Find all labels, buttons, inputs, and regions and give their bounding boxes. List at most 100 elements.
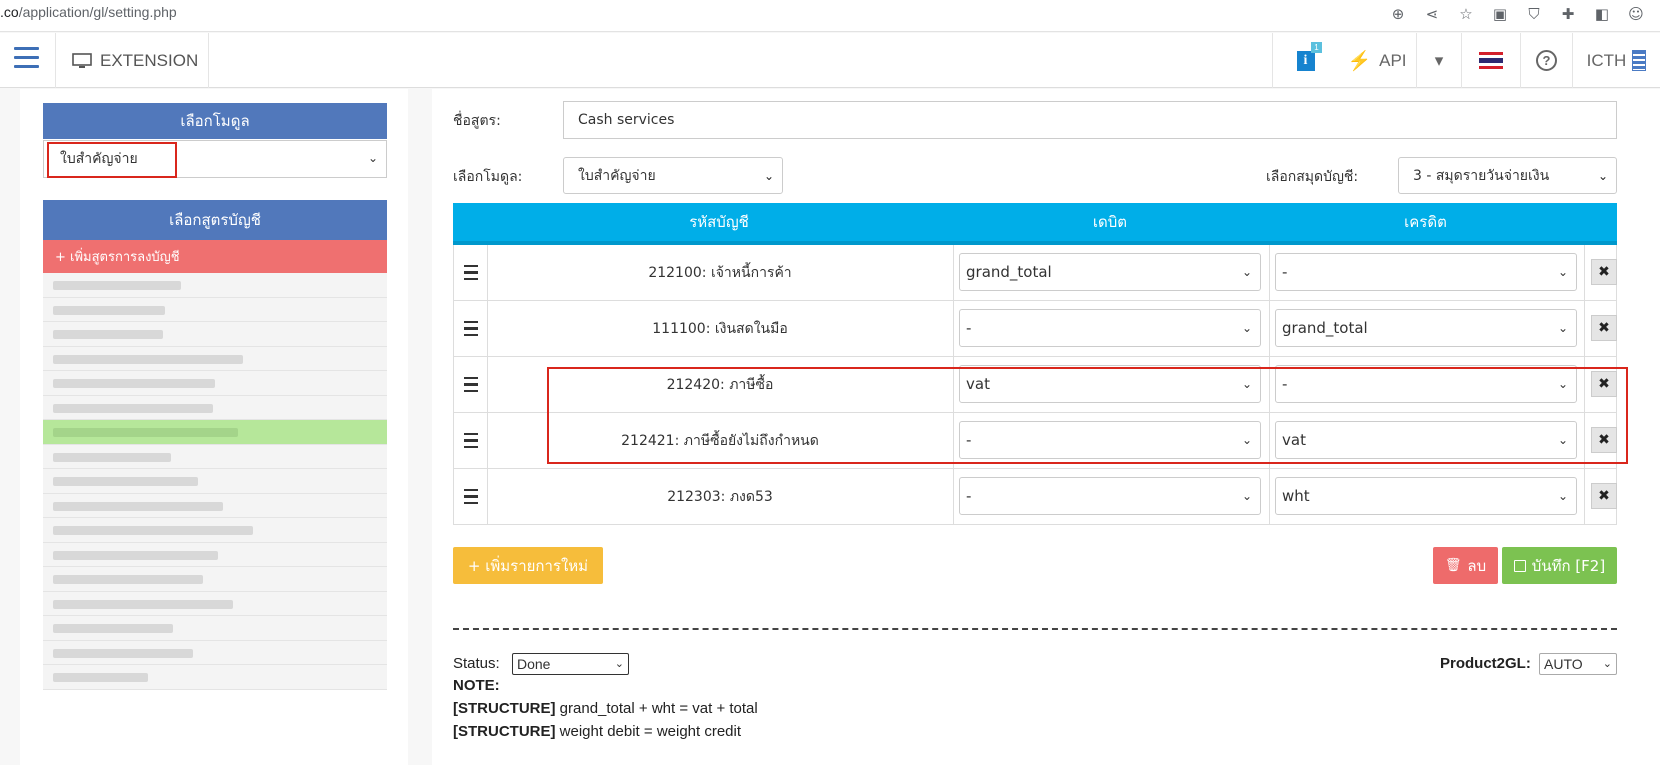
module-dropdown-value: ใบสำคัญจ่าย (578, 167, 656, 184)
status-select[interactable]: Done ⌄ (512, 653, 629, 675)
journal-label: เลือกสมุดบัญชี: (1266, 169, 1359, 185)
delete-button[interactable]: 🗑 ลบ (1433, 547, 1498, 584)
star-icon[interactable]: ☆ (1456, 4, 1476, 24)
list-item[interactable] (43, 297, 387, 322)
list-item[interactable] (43, 518, 387, 543)
list-item[interactable] (43, 542, 387, 567)
chevron-down-icon: ⌄ (1241, 265, 1252, 279)
formula-name-label: ชื่อสูตร: (453, 113, 501, 129)
drag-handle-icon[interactable] (454, 245, 487, 300)
profile-avatar-icon[interactable]: ☺ (1626, 4, 1646, 24)
gl-table-header: รหัสบัญชี เดบิต เครดิต (453, 203, 1617, 245)
chevron-down-icon: ⌄ (1557, 321, 1568, 335)
list-item[interactable] (43, 371, 387, 396)
thai-flag-icon[interactable] (1461, 33, 1520, 88)
column-header-credit: เครดิต (1404, 213, 1447, 231)
zoom-icon[interactable]: ⊕ (1388, 4, 1408, 24)
chevron-down-icon: ⌄ (763, 168, 774, 183)
delete-label: ลบ (1467, 556, 1487, 575)
credit-select[interactable]: - ⌄ (1275, 253, 1577, 291)
list-item[interactable] (43, 346, 387, 371)
list-item[interactable] (43, 665, 387, 690)
chevron-down-icon: ⌄ (1241, 489, 1252, 503)
chevron-down-icon: ⌄ (367, 151, 378, 165)
product2gl-select-value: AUTO (1544, 656, 1583, 672)
product2gl-select[interactable]: AUTO ⌄ (1539, 653, 1617, 675)
drag-handle-icon[interactable] (454, 469, 487, 524)
add-formula-button[interactable]: + เพิ่มสูตรการลงบัญชี (43, 240, 387, 273)
debit-select[interactable]: grand_total ⌄ (959, 253, 1261, 291)
extension-menu[interactable]: EXTENSION (55, 33, 209, 88)
highlight-box (47, 142, 177, 178)
account-cell: 212303: ภงด53 (667, 488, 773, 505)
list-item[interactable] (43, 322, 387, 347)
list-item[interactable] (43, 444, 387, 469)
chevron-down-icon: ⌄ (1597, 168, 1608, 183)
save-label: บันทึก [F2] (1531, 556, 1606, 575)
company-menu[interactable]: ICTH (1572, 33, 1660, 88)
dropdown-caret-icon[interactable]: ▾ (1416, 33, 1461, 88)
drag-handle-icon[interactable] (454, 413, 487, 468)
hamburger-menu-icon[interactable] (14, 47, 39, 69)
structure-note-1: [STRUCTURE] grand_total + wht = vat + to… (453, 700, 758, 717)
table-row: 111100: เงินสดในมือ - ⌄ grand_total ⌄ ✖ (453, 301, 1617, 357)
chevron-down-icon: ⌄ (1557, 489, 1568, 503)
info-icon: i (1296, 50, 1315, 71)
extension-label: EXTENSION (100, 50, 199, 70)
debit-select[interactable]: - ⌄ (959, 309, 1261, 347)
module-panel-title: เลือกโมดูล (43, 103, 387, 139)
shield-icon[interactable]: ⛉ (1524, 4, 1544, 24)
module-dropdown[interactable]: ใบสำคัญจ่าย ⌄ (563, 157, 783, 194)
highlight-box (547, 367, 1628, 464)
note-label: NOTE: (453, 677, 500, 694)
share-icon[interactable]: ⋖ (1422, 4, 1442, 24)
debit-select[interactable]: - ⌄ (959, 477, 1261, 515)
puzzle-icon[interactable]: ✚ (1558, 4, 1578, 24)
table-row: 212303: ภงด53 - ⌄ wht ⌄ ✖ (453, 469, 1617, 525)
building-icon (1632, 50, 1647, 71)
journal-dropdown[interactable]: 3 - สมุดรายวันจ่ายเงิน ⌄ (1398, 157, 1617, 194)
chevron-down-icon: ⌄ (1241, 321, 1252, 335)
sidepanel-icon[interactable]: ◧ (1592, 4, 1612, 24)
info-button[interactable]: i 1 (1272, 33, 1338, 88)
list-item[interactable] (43, 640, 387, 665)
product2gl-label: Product2GL: (1440, 655, 1531, 672)
list-item[interactable] (43, 567, 387, 592)
monitor-icon (72, 52, 92, 68)
remove-row-button[interactable]: ✖ (1591, 259, 1617, 285)
floppy-icon (1513, 559, 1526, 572)
extension-chat-icon[interactable]: ▣ (1490, 4, 1510, 24)
list-item[interactable] (43, 591, 387, 616)
drag-handle-icon[interactable] (454, 301, 487, 356)
formula-name-input[interactable]: Cash services (563, 101, 1617, 139)
status-label: Status: (453, 655, 500, 672)
journal-dropdown-value: 3 - สมุดรายวันจ่ายเงิน (1413, 167, 1550, 184)
info-badge: 1 (1311, 42, 1322, 53)
list-item[interactable] (43, 395, 387, 420)
credit-select[interactable]: grand_total ⌄ (1275, 309, 1577, 347)
save-button[interactable]: บันทึก [F2] (1502, 547, 1617, 584)
chevron-down-icon: ⌄ (1602, 658, 1612, 670)
company-label: ICTH (1586, 50, 1627, 70)
list-item[interactable] (43, 273, 387, 298)
credit-select[interactable]: wht ⌄ (1275, 477, 1577, 515)
account-cell: 212100: เจ้าหนี้การค้า (648, 264, 792, 281)
trash-icon: 🗑 (1444, 558, 1462, 573)
account-cell: 111100: เงินสดในมือ (652, 320, 788, 337)
list-item-active[interactable] (43, 420, 387, 445)
drag-handle-icon[interactable] (454, 357, 487, 412)
list-item[interactable] (43, 493, 387, 518)
remove-row-button[interactable]: ✖ (1591, 483, 1617, 509)
help-icon[interactable]: ? (1520, 33, 1572, 88)
divider (453, 628, 1617, 630)
url-text[interactable]: .co/application/gl/setting.php (0, 4, 177, 20)
formula-panel-title: เลือกสูตรบัญชี (43, 200, 387, 240)
list-item[interactable] (43, 616, 387, 641)
table-row: 212100: เจ้าหนี้การค้า grand_total ⌄ - ⌄ ✖ (453, 245, 1617, 301)
api-button[interactable]: ⚡ API (1338, 33, 1416, 88)
chevron-down-icon: ⌄ (614, 658, 624, 670)
add-item-button[interactable]: + เพิ่มรายการใหม่ (453, 547, 603, 584)
module-label: เลือกโมดูล: (453, 169, 523, 185)
list-item[interactable] (43, 469, 387, 494)
remove-row-button[interactable]: ✖ (1591, 315, 1617, 341)
